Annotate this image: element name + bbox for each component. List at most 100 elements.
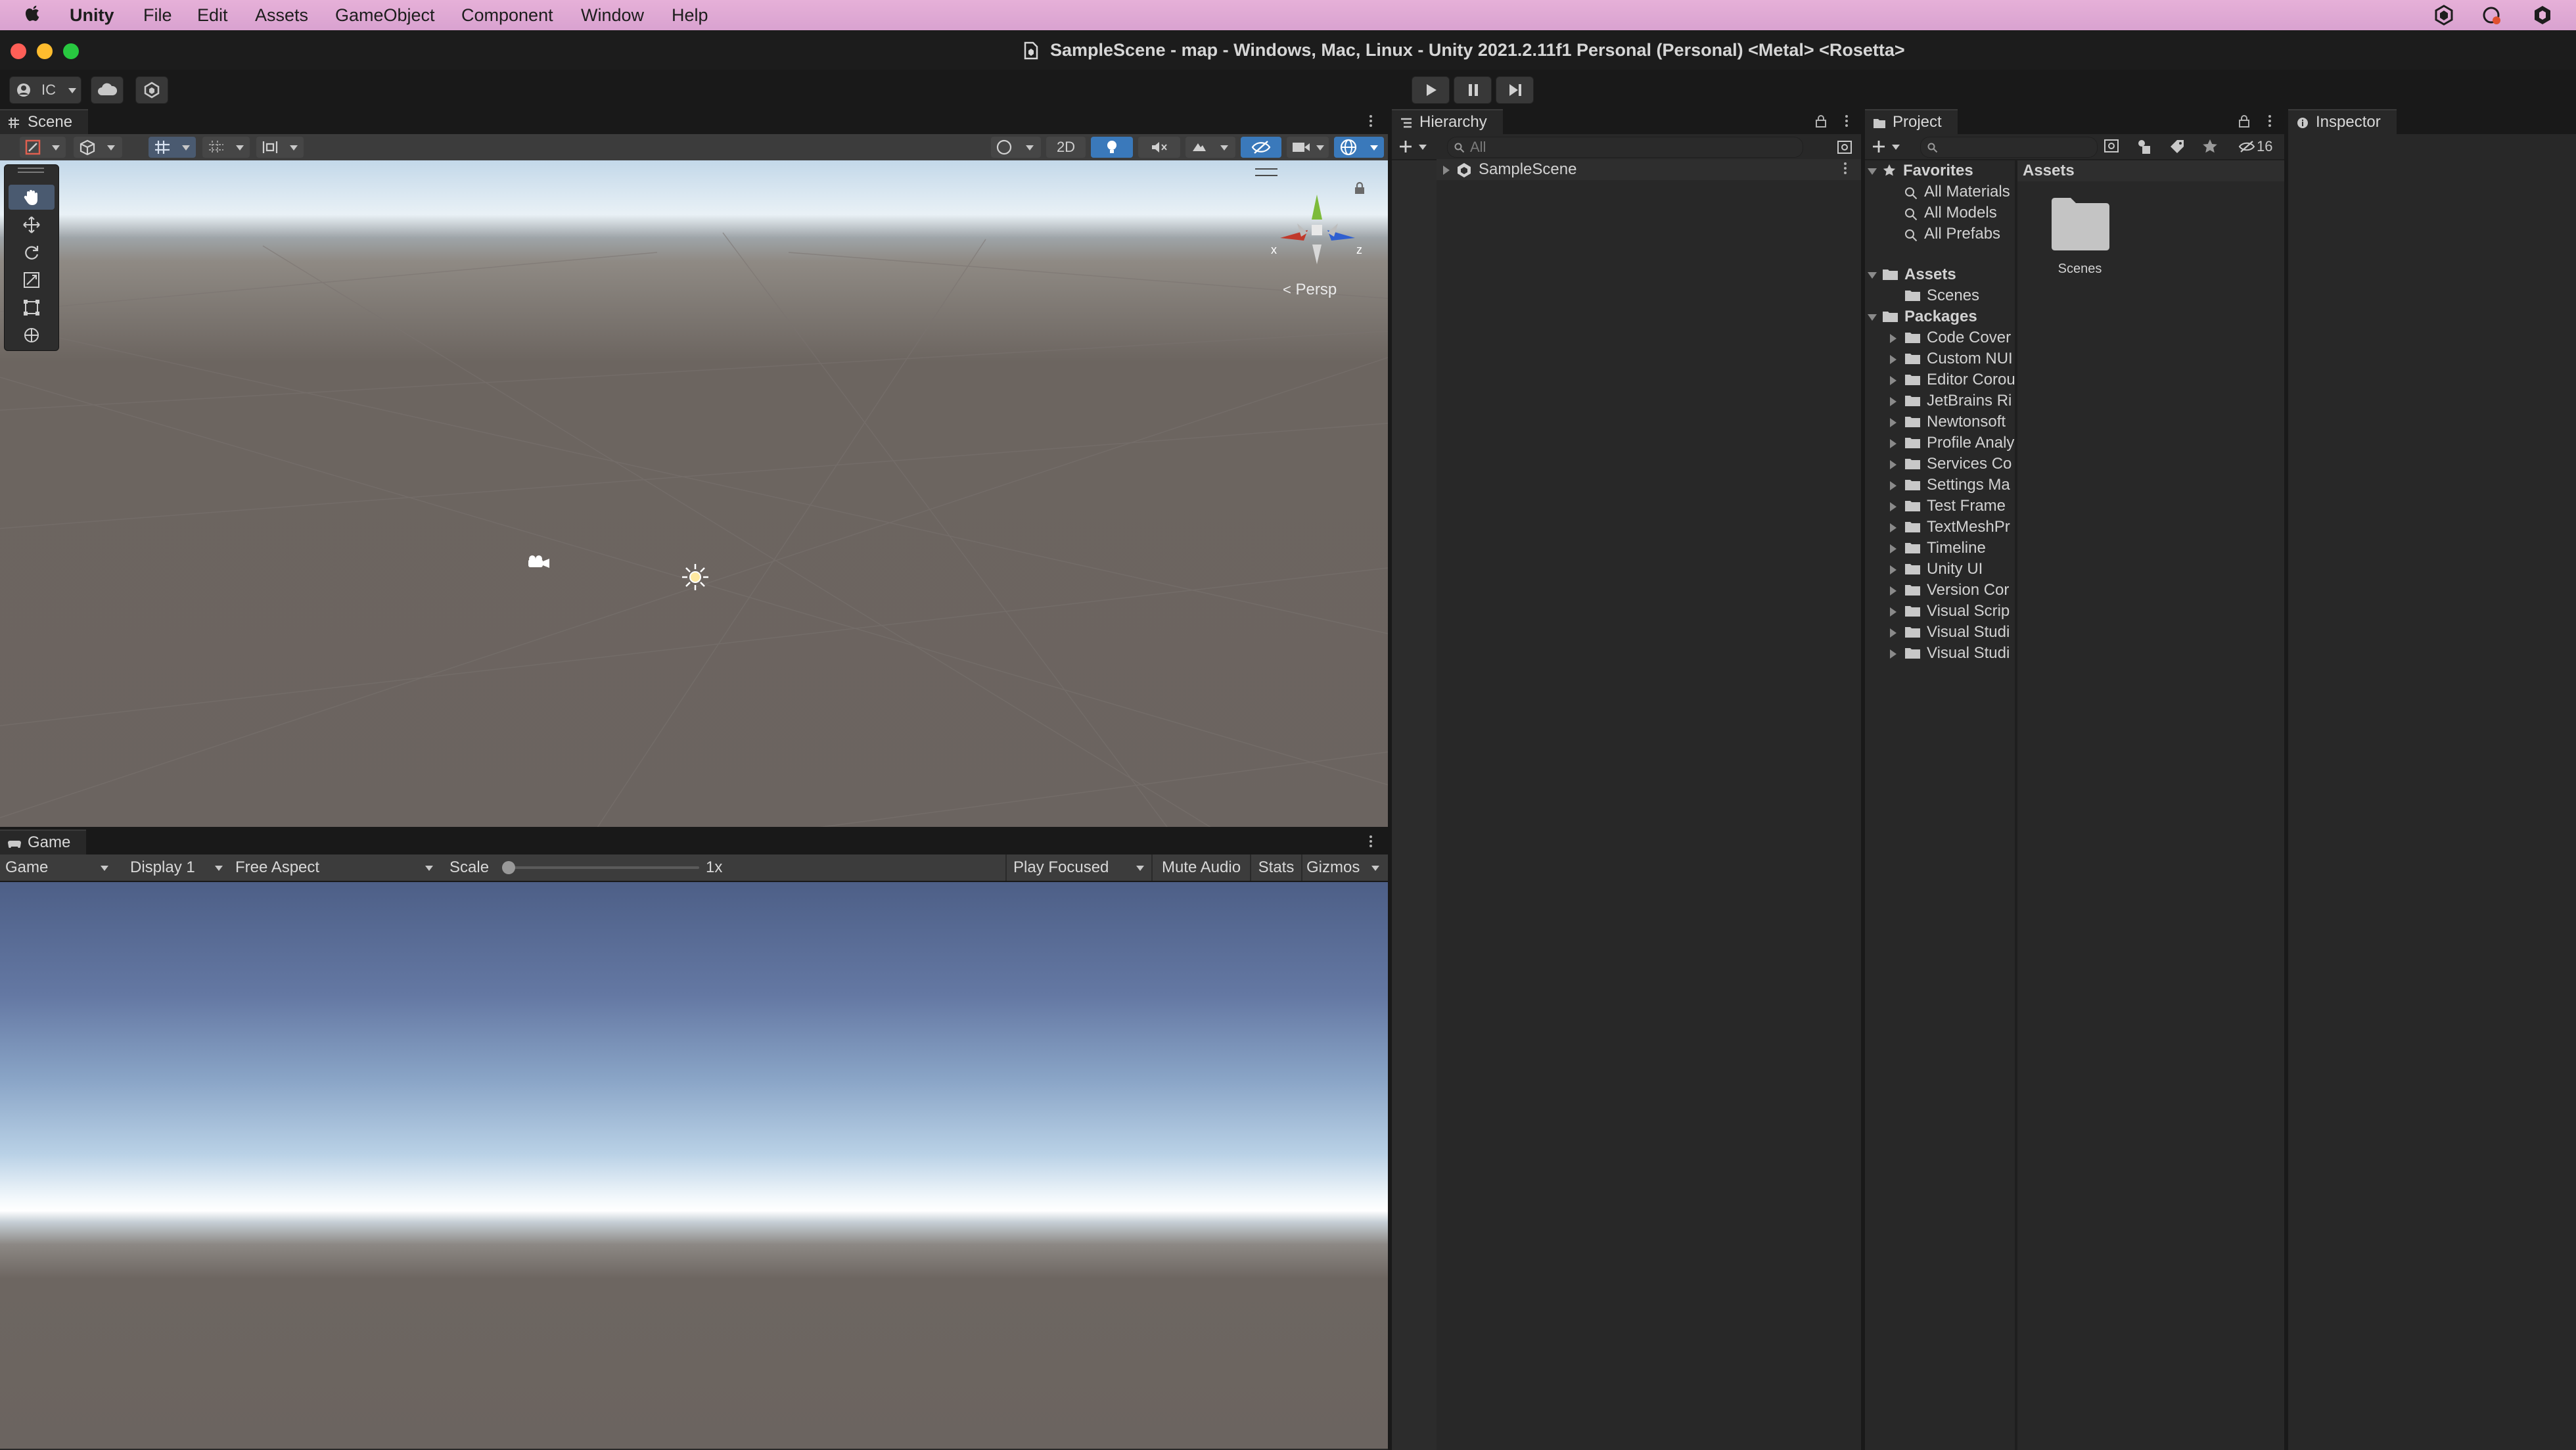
expand-arrow-icon[interactable] <box>1890 376 1897 385</box>
package-row[interactable]: Editor Corou <box>1865 369 2015 390</box>
project-search-field[interactable] <box>1920 137 2098 158</box>
expand-arrow-icon[interactable] <box>1890 418 1897 427</box>
expand-arrow-icon[interactable] <box>1890 334 1897 343</box>
favorite-item[interactable]: All Materials <box>1865 181 2015 202</box>
scale-slider-thumb[interactable] <box>502 861 515 874</box>
package-row[interactable]: Test Frame <box>1865 496 2015 517</box>
effects-dropdown[interactable] <box>1185 137 1235 158</box>
game-gizmos-dropdown[interactable]: Gizmos <box>1301 854 1393 881</box>
expand-arrow-icon[interactable] <box>1890 544 1897 553</box>
filter-type-icon[interactable] <box>2136 138 2153 155</box>
play-button[interactable] <box>1412 76 1450 104</box>
package-row[interactable]: Services Co <box>1865 454 2015 475</box>
search-by-type-icon[interactable] <box>1837 141 1853 155</box>
package-row[interactable]: Unity UI <box>1865 559 2015 580</box>
star-icon[interactable] <box>2201 138 2219 155</box>
package-row[interactable]: Custom NUI <box>1865 348 2015 369</box>
rect-tool-button[interactable] <box>9 295 55 320</box>
menu-component[interactable]: Component <box>461 4 553 26</box>
package-row[interactable]: Visual Studi <box>1865 643 2015 664</box>
hand-tool-button[interactable] <box>9 185 55 210</box>
account-dropdown[interactable]: IC <box>9 76 81 104</box>
package-row[interactable]: JetBrains Ri <box>1865 390 2015 411</box>
hierarchy-search-field[interactable]: All <box>1447 137 1803 158</box>
search-by-type-icon[interactable] <box>2104 139 2120 154</box>
pause-button[interactable] <box>1454 76 1492 104</box>
close-window-button[interactable] <box>11 43 26 59</box>
favorite-item[interactable]: All Prefabs <box>1865 223 2015 245</box>
hierarchy-more-icon[interactable] <box>1844 113 1849 130</box>
expand-arrow-icon[interactable] <box>1890 481 1897 490</box>
scene-row-more-icon[interactable] <box>1843 160 1848 177</box>
assets-folder-row[interactable]: Assets <box>1865 264 2015 285</box>
expand-arrow-icon[interactable] <box>1890 586 1897 596</box>
package-row[interactable]: Profile Analy <box>1865 433 2015 454</box>
unity-cloud-icon[interactable] <box>2531 4 2554 26</box>
mute-audio-button[interactable]: Mute Audio <box>1151 854 1250 881</box>
camera-dropdown[interactable] <box>1287 137 1329 158</box>
collapse-arrow-icon[interactable] <box>1868 168 1877 175</box>
align-dropdown[interactable] <box>256 137 304 158</box>
tab-game[interactable]: Game <box>0 830 87 856</box>
hierarchy-scene-row[interactable]: SampleScene <box>1437 159 1861 180</box>
audio-toggle[interactable] <box>1138 137 1180 158</box>
tab-hierarchy[interactable]: Hierarchy <box>1392 109 1503 135</box>
step-button[interactable] <box>1496 76 1534 104</box>
menu-unity[interactable]: Unity <box>70 4 114 26</box>
package-row[interactable]: Timeline <box>1865 538 2015 559</box>
menu-help[interactable]: Help <box>672 4 708 26</box>
package-row[interactable]: Newtonsoft <box>1865 411 2015 433</box>
expand-arrow-icon[interactable] <box>1890 523 1897 532</box>
gizmo-drag-handle[interactable] <box>1255 168 1277 176</box>
menu-gameobject[interactable]: GameObject <box>335 4 435 26</box>
aspect-dropdown[interactable]: Free Aspect <box>230 854 446 881</box>
favorite-item[interactable]: All Models <box>1865 202 2015 223</box>
grid-snapping-dropdown[interactable] <box>149 137 196 158</box>
tab-project[interactable]: Project <box>1865 109 1958 135</box>
tab-scene[interactable]: Scene <box>0 109 89 135</box>
package-row[interactable]: Version Cor <box>1865 580 2015 601</box>
game-mode-dropdown[interactable]: Game <box>0 854 124 881</box>
play-focused-dropdown[interactable]: Play Focused <box>1005 854 1158 881</box>
draw-mode-dropdown[interactable] <box>74 137 122 158</box>
lock-icon[interactable] <box>2238 114 2250 128</box>
packages-folder-row[interactable]: Packages <box>1865 306 2015 327</box>
game-viewport[interactable] <box>0 882 1388 1449</box>
assets-breadcrumb[interactable]: Assets <box>2017 160 2284 181</box>
package-row[interactable]: Visual Studi <box>1865 622 2015 643</box>
scene-viewport[interactable]: x z < Persp <box>0 160 1388 936</box>
expand-arrow-icon[interactable] <box>1890 502 1897 511</box>
collab-button[interactable] <box>135 76 168 104</box>
label-tag-icon[interactable] <box>2169 138 2186 155</box>
expand-arrow-icon[interactable] <box>1443 166 1450 175</box>
expand-arrow-icon[interactable] <box>1890 607 1897 617</box>
display-dropdown[interactable]: Display 1 <box>125 854 235 881</box>
unity-hub-icon[interactable] <box>2433 4 2455 26</box>
apple-icon[interactable] <box>22 4 42 26</box>
package-row[interactable]: TextMeshPr <box>1865 517 2015 538</box>
menu-window[interactable]: Window <box>581 4 644 26</box>
expand-arrow-icon[interactable] <box>1890 355 1897 364</box>
expand-arrow-icon[interactable] <box>1890 397 1897 406</box>
scene-visibility-toggle[interactable] <box>1241 137 1281 158</box>
lock-icon[interactable] <box>1815 114 1827 128</box>
expand-arrow-icon[interactable] <box>1890 649 1897 659</box>
hidden-packages-toggle[interactable]: 16 <box>2238 137 2282 156</box>
collapse-arrow-icon[interactable] <box>1868 272 1877 279</box>
folder-row[interactable]: Scenes <box>1865 285 2015 306</box>
projection-toggle[interactable]: < Persp <box>1283 280 1337 300</box>
palette-drag-handle[interactable] <box>18 168 44 173</box>
expand-arrow-icon[interactable] <box>1890 628 1897 638</box>
tab-inspector[interactable]: Inspector <box>2288 109 2397 135</box>
project-more-icon[interactable] <box>2267 113 2272 130</box>
directional-light-icon[interactable] <box>681 563 710 592</box>
asset-folder-scenes[interactable]: Scenes <box>2044 195 2116 293</box>
orientation-gizmo[interactable]: x z < Persp <box>1249 167 1380 298</box>
expand-arrow-icon[interactable] <box>1890 460 1897 469</box>
move-tool-button[interactable] <box>9 212 55 237</box>
lighting-toggle[interactable] <box>1091 137 1133 158</box>
transform-tool-button[interactable] <box>9 323 55 348</box>
tool-handle-dropdown[interactable] <box>20 137 66 158</box>
rotate-tool-button[interactable] <box>9 240 55 265</box>
shading-mode-dropdown[interactable] <box>991 137 1041 158</box>
